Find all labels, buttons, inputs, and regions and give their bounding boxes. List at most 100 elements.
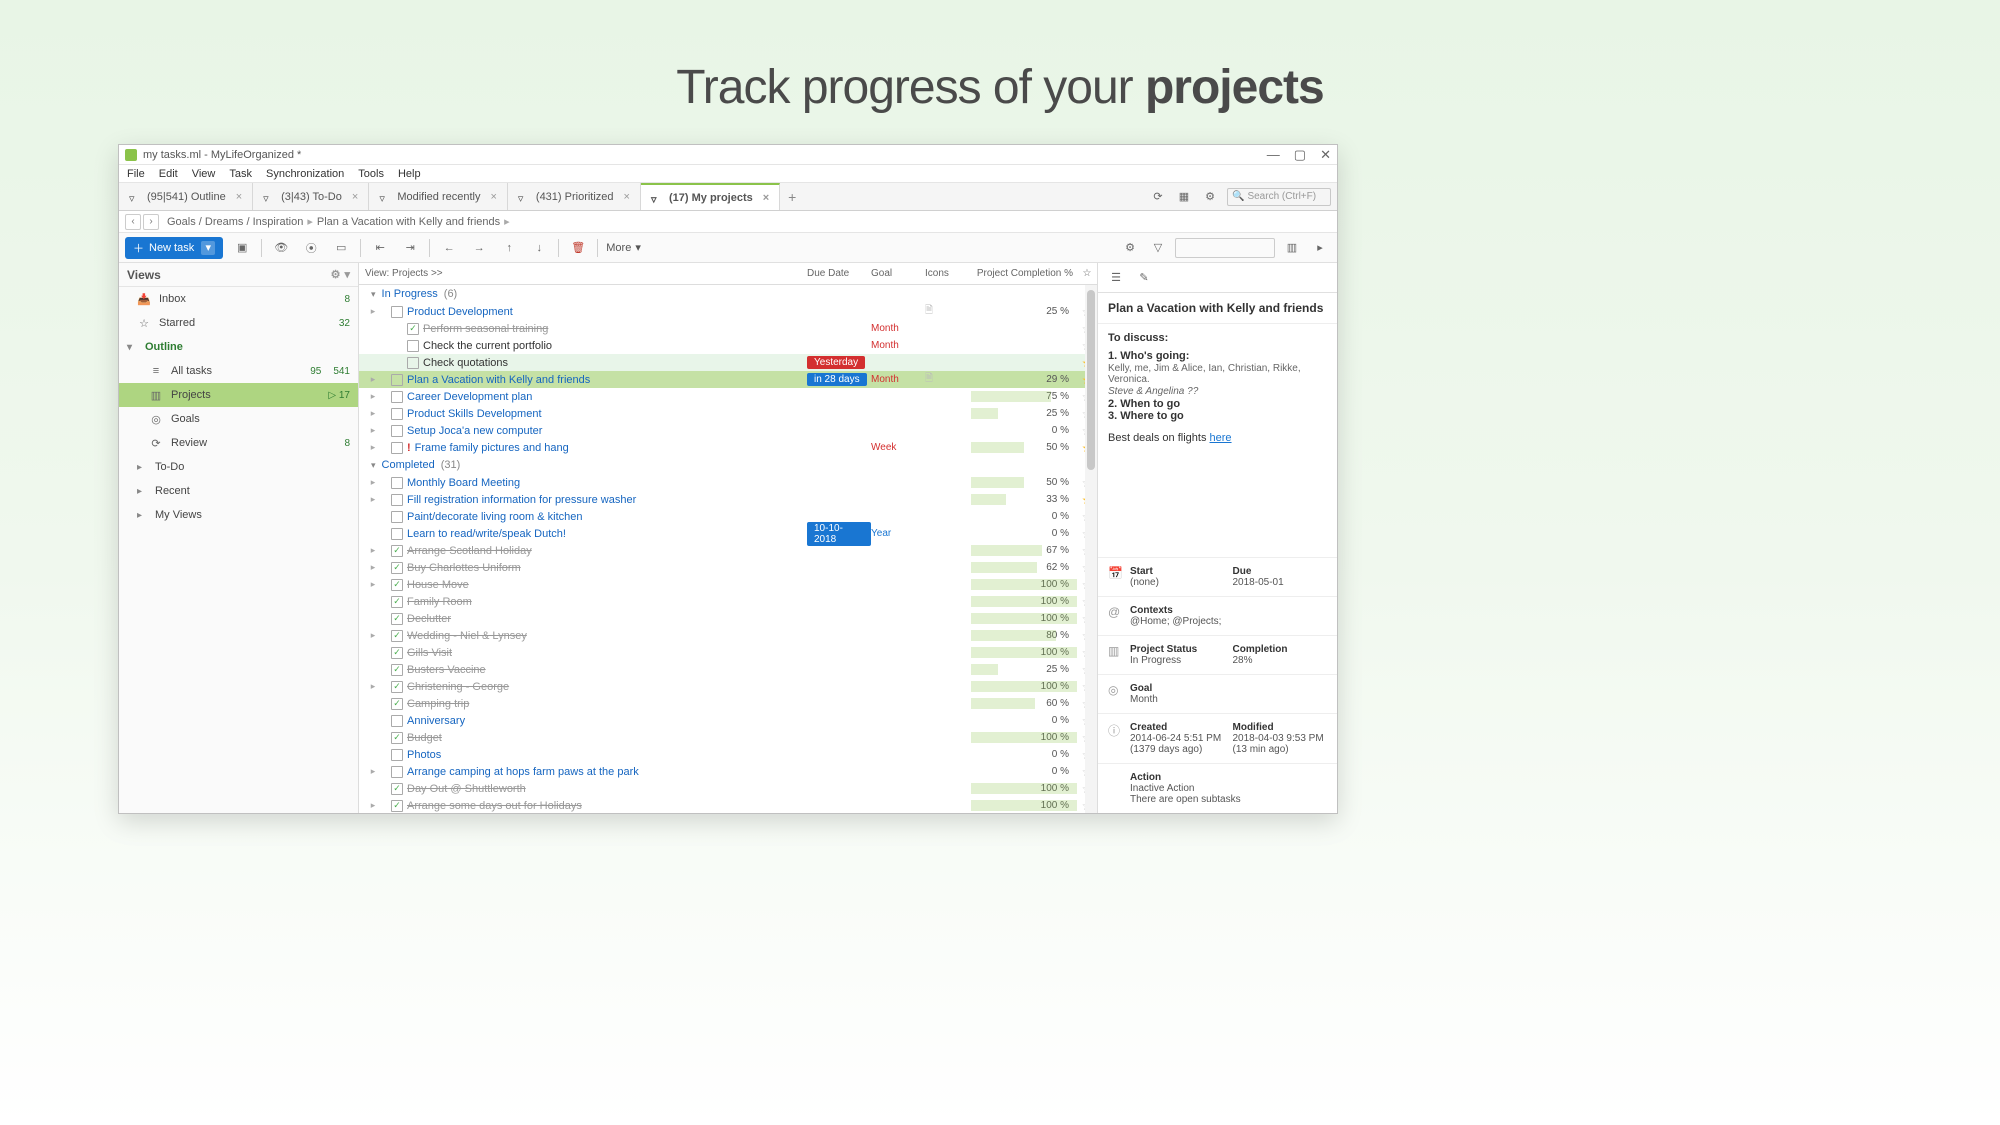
arrow-left-icon[interactable]: ← [438, 237, 460, 259]
checkbox[interactable]: ✓ [391, 783, 403, 795]
focus-icon[interactable]: ⦿ [300, 237, 322, 259]
collapse-icon[interactable]: ▭ [330, 237, 352, 259]
expand-panel-icon[interactable]: ▸ [1309, 237, 1331, 259]
task-row[interactable]: ✓Budget100 %☆ [359, 729, 1097, 746]
filter-input[interactable] [1175, 238, 1275, 258]
checkbox[interactable]: ✓ [391, 647, 403, 659]
sidebar-item[interactable]: ▸My Views [119, 503, 358, 527]
tab[interactable]: ▿(17) My projects× [641, 183, 780, 210]
checkbox[interactable]: ✓ [391, 613, 403, 625]
checkbox[interactable] [391, 425, 403, 437]
task-row[interactable]: ▸Setup Joca'a new computer0 %☆ [359, 422, 1097, 439]
eye-icon[interactable]: 👁 [270, 237, 292, 259]
checkbox[interactable] [391, 766, 403, 778]
sidebar-item[interactable]: 📥Inbox8 [119, 287, 358, 311]
task-row[interactable]: ▸Monthly Board Meeting50 %☆ [359, 474, 1097, 491]
col-completion[interactable]: Project Completion % [971, 268, 1077, 279]
window-icon[interactable]: ▣ [231, 237, 253, 259]
menu-task[interactable]: Task [229, 168, 252, 180]
filter-icon[interactable]: ▽ [1147, 237, 1169, 259]
tab[interactable]: ▿(431) Prioritized× [508, 183, 641, 210]
indent-icon[interactable]: ⇥ [399, 237, 421, 259]
arrow-up-icon[interactable]: ↑ [498, 237, 520, 259]
task-row[interactable]: ▸Product Skills Development25 %☆ [359, 405, 1097, 422]
checkbox[interactable]: ✓ [391, 630, 403, 642]
detail-edit-icon[interactable]: ✎ [1134, 268, 1154, 288]
checkbox[interactable] [391, 715, 403, 727]
sidebar-gear-icon[interactable]: ⚙ [331, 268, 341, 281]
tab-close-icon[interactable]: × [236, 191, 242, 203]
checkbox[interactable]: ✓ [391, 562, 403, 574]
deals-link[interactable]: here [1210, 432, 1232, 444]
checkbox[interactable]: ✓ [391, 545, 403, 557]
task-row[interactable]: Learn to read/write/speak Dutch!10-10-20… [359, 525, 1097, 542]
checkbox[interactable] [407, 357, 419, 369]
task-row[interactable]: ▸!Frame family pictures and hangWeek50 %… [359, 439, 1097, 456]
menu-view[interactable]: View [192, 168, 216, 180]
minimize-button[interactable]: — [1267, 147, 1280, 163]
checkbox[interactable]: ✓ [391, 732, 403, 744]
task-row[interactable]: ▸✓Christening - George100 %☆ [359, 678, 1097, 695]
nav-back-button[interactable]: ‹ [125, 214, 141, 230]
task-row[interactable]: ✓Busters Vaccine25 %☆ [359, 661, 1097, 678]
checkbox[interactable] [407, 340, 419, 352]
tab[interactable]: ▿(95|541) Outline× [119, 183, 253, 210]
arrow-right-icon[interactable]: → [468, 237, 490, 259]
sidebar-item[interactable]: ▾Outline [119, 335, 358, 359]
checkbox[interactable] [391, 306, 403, 318]
task-row[interactable]: ✓Family Room100 %☆ [359, 593, 1097, 610]
task-row[interactable]: ▸✓Arrange some days out for Holidays100 … [359, 797, 1097, 813]
task-row[interactable]: ✓Camping trip60 %☆ [359, 695, 1097, 712]
checkbox[interactable] [391, 528, 403, 540]
task-row[interactable]: Check the current portfolioMonth☆ [359, 337, 1097, 354]
scrollbar[interactable] [1085, 285, 1097, 813]
task-row[interactable]: ✓Day Out @ Shuttleworth100 %☆ [359, 780, 1097, 797]
sidebar-item[interactable]: ☆Starred32 [119, 311, 358, 335]
nav-fwd-button[interactable]: › [143, 214, 159, 230]
task-row[interactable]: Anniversary0 %☆ [359, 712, 1097, 729]
refresh-icon[interactable]: ⟳ [1149, 188, 1167, 206]
checkbox[interactable]: ✓ [391, 664, 403, 676]
checkbox[interactable] [391, 494, 403, 506]
settings-icon[interactable]: ⚙ [1201, 188, 1219, 206]
tab[interactable]: ▿Modified recently× [369, 183, 508, 210]
sidebar-item[interactable]: ▸To-Do [119, 455, 358, 479]
gear-icon[interactable]: ⚙ [1119, 237, 1141, 259]
checkbox[interactable]: ✓ [391, 681, 403, 693]
close-button[interactable]: ✕ [1320, 147, 1331, 163]
detail-list-icon[interactable]: ☰ [1106, 268, 1126, 288]
menu-tools[interactable]: Tools [358, 168, 384, 180]
tab[interactable]: ▿(3|43) To-Do× [253, 183, 369, 210]
menu-synchronization[interactable]: Synchronization [266, 168, 344, 180]
menu-file[interactable]: File [127, 168, 145, 180]
maximize-button[interactable]: ▢ [1294, 147, 1306, 163]
delete-icon[interactable]: 🗑 [567, 237, 589, 259]
task-row[interactable]: ▸✓House Move100 %☆ [359, 576, 1097, 593]
col-goal[interactable]: Goal [871, 268, 925, 279]
search-input[interactable]: 🔍 Search (Ctrl+F) [1227, 188, 1331, 206]
tab-close-icon[interactable]: × [624, 191, 630, 203]
task-row[interactable]: ▸Plan a Vacation with Kelly and friendsi… [359, 371, 1097, 388]
task-row[interactable]: ▸Product Development🗎25 %☆ [359, 303, 1097, 320]
task-row[interactable]: ▸✓Wedding - Niel & Lynsey80 %☆ [359, 627, 1097, 644]
checkbox[interactable] [391, 511, 403, 523]
checkbox[interactable]: ✓ [407, 323, 419, 335]
task-row[interactable]: ▸Career Development plan75 %☆ [359, 388, 1097, 405]
task-row[interactable]: ▸Arrange camping at hops farm paws at th… [359, 763, 1097, 780]
task-row[interactable]: ✓Gills Visit100 %☆ [359, 644, 1097, 661]
col-view[interactable]: View: Projects >> [365, 268, 807, 279]
task-row[interactable]: Photos0 %☆ [359, 746, 1097, 763]
checkbox[interactable]: ✓ [391, 698, 403, 710]
task-row[interactable]: ▸✓Arrange Scotland Holiday67 %☆ [359, 542, 1097, 559]
menu-help[interactable]: Help [398, 168, 421, 180]
col-due[interactable]: Due Date [807, 268, 871, 279]
tab-close-icon[interactable]: × [352, 191, 358, 203]
tab-close-icon[interactable]: × [490, 191, 496, 203]
arrow-down-icon[interactable]: ↓ [528, 237, 550, 259]
checkbox[interactable]: ✓ [391, 800, 403, 812]
checkbox[interactable] [391, 749, 403, 761]
menu-edit[interactable]: Edit [159, 168, 178, 180]
breadcrumb[interactable]: Goals / Dreams / Inspiration▸ Plan a Vac… [167, 215, 510, 228]
task-row[interactable]: ✓Perform seasonal trainingMonth☆ [359, 320, 1097, 337]
group-header[interactable]: ▾Completed (31) [359, 456, 1097, 474]
